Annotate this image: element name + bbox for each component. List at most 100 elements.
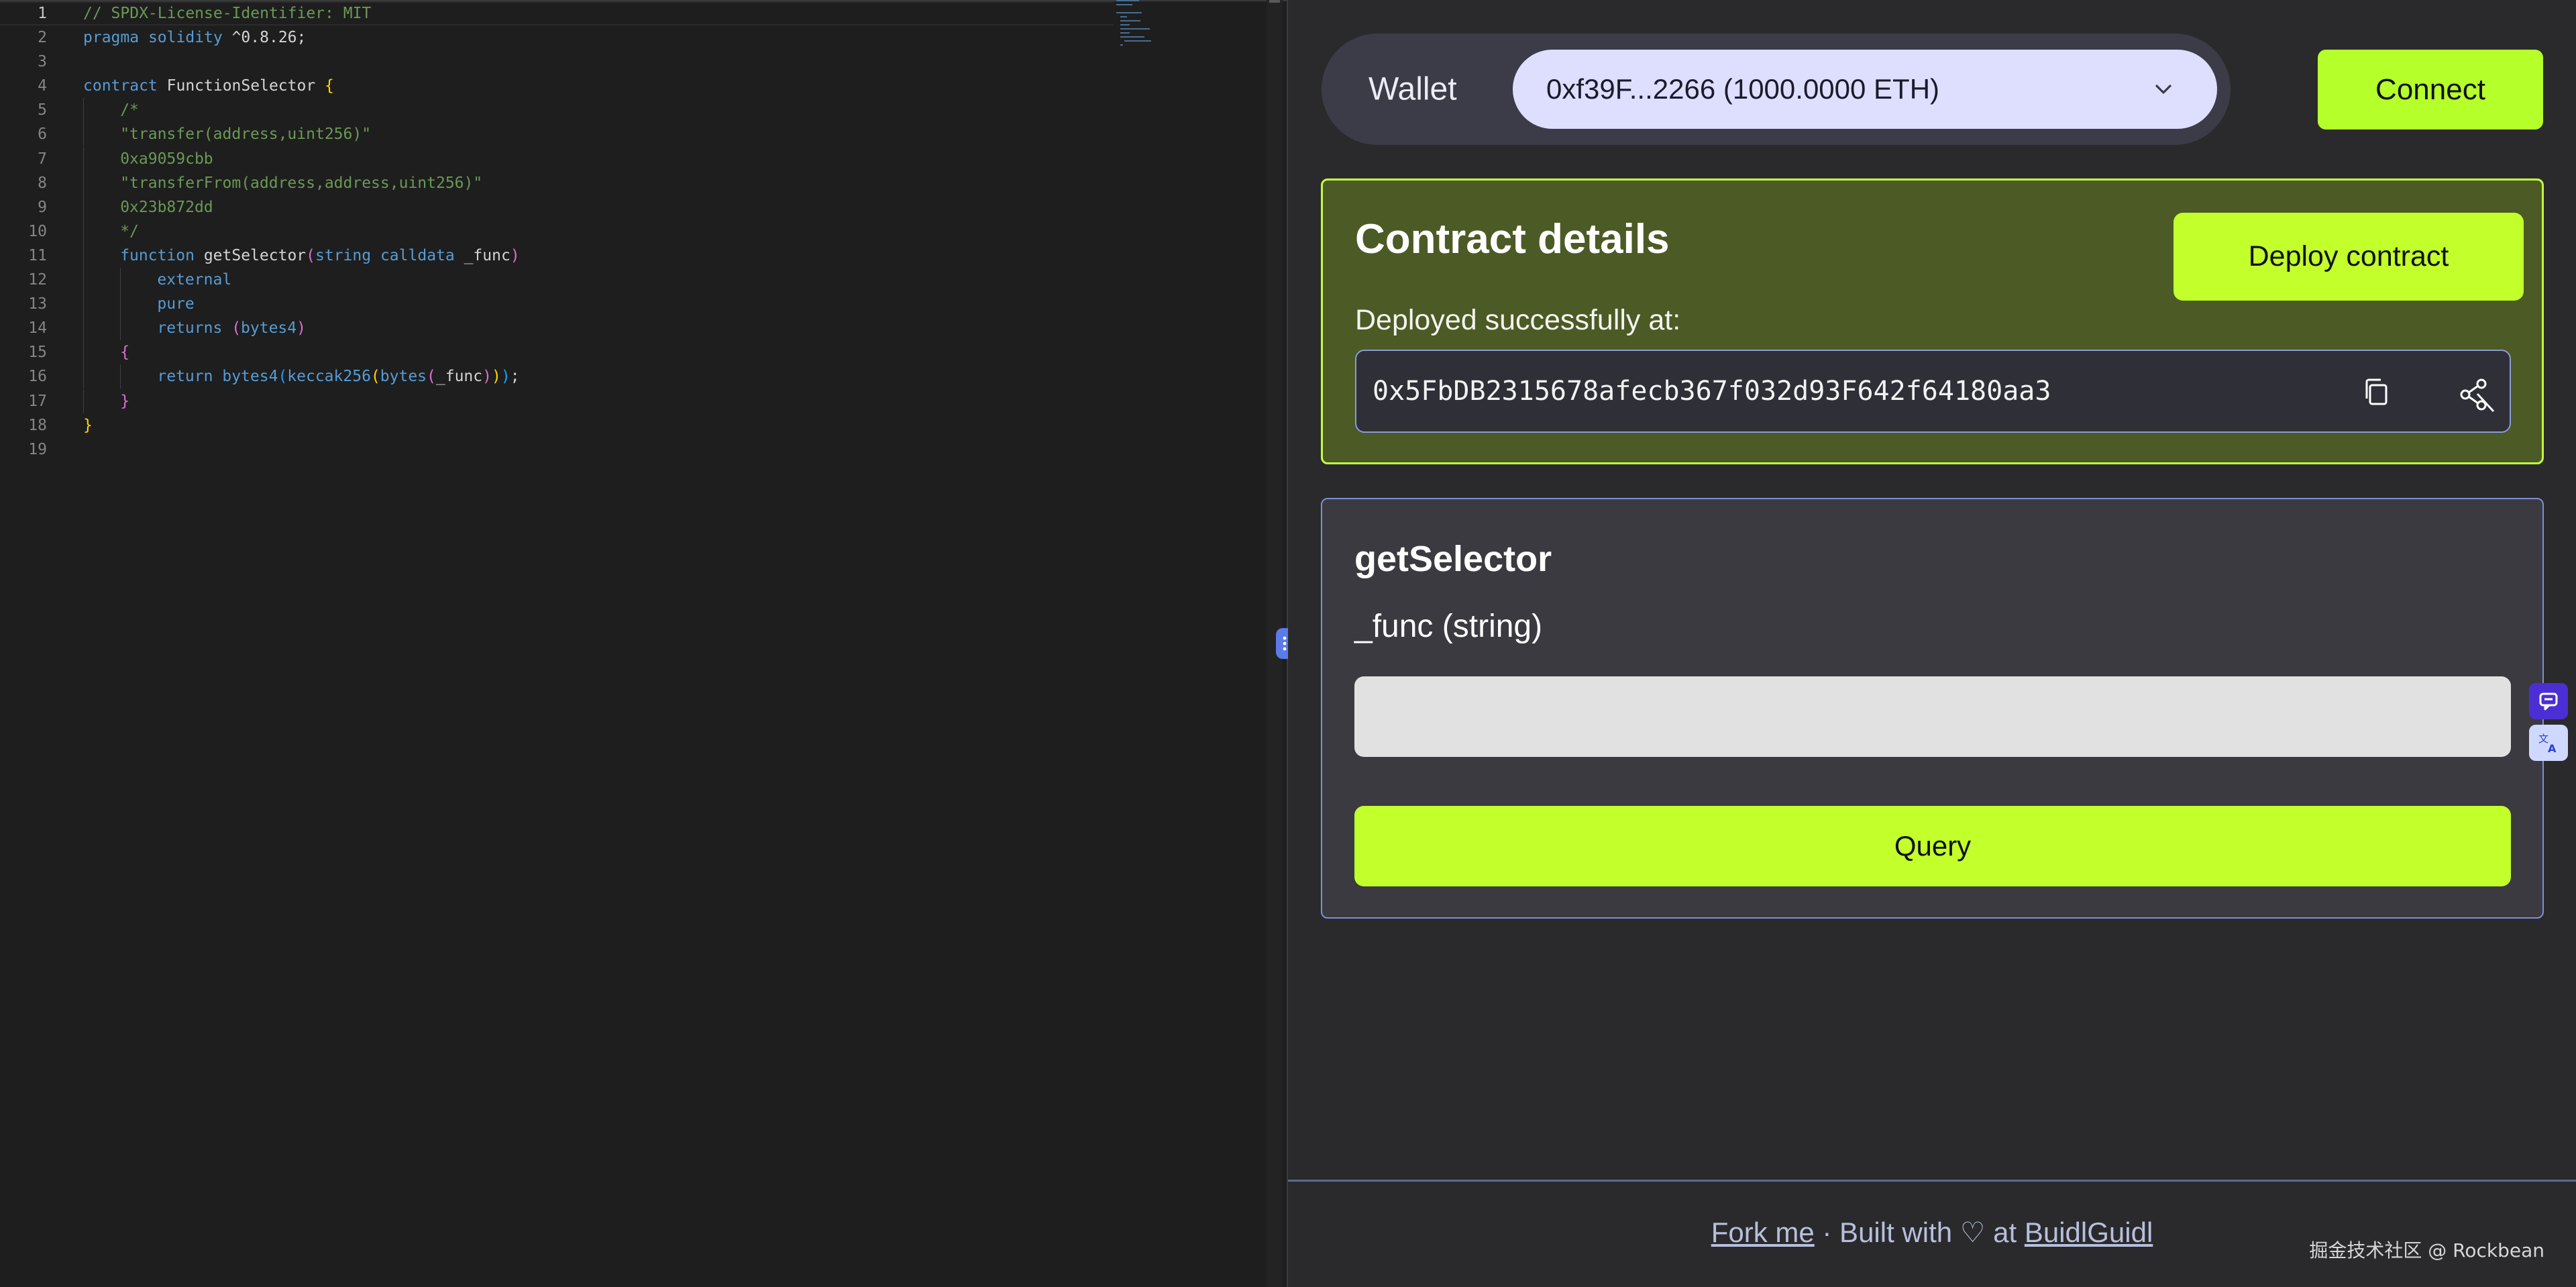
code-line[interactable]: 3 [0, 50, 1114, 74]
code-token: bytes4 [241, 319, 297, 338]
line-number: 18 [28, 416, 47, 434]
line-number: 15 [28, 344, 47, 362]
wallet-selected-account: 0xf39F...2266 (1000.0000 ETH) [1546, 73, 1940, 105]
code-token: solidity [148, 29, 223, 47]
indent-guide [83, 292, 84, 317]
code-line[interactable]: 7 0xa9059cbb [0, 146, 1114, 171]
dapp-panel: Wallet 0xf39F...2266 (1000.0000 ETH) Con… [1288, 0, 2576, 1287]
code-line[interactable]: 12 external [0, 268, 1114, 293]
indent-guide [83, 340, 84, 365]
minimap[interactable] [1116, 0, 1183, 47]
func-param-input[interactable] [1354, 676, 2511, 757]
code-line[interactable]: 10 */ [0, 219, 1114, 244]
svg-text:A: A [2548, 742, 2557, 754]
at-text: at [1985, 1217, 2025, 1248]
code-token: return [157, 368, 213, 386]
code-token: ; [510, 368, 520, 386]
code-line[interactable]: 11 function getSelector(string calldata _… [0, 243, 1114, 268]
unlink-icon[interactable] [2457, 375, 2496, 414]
line-number: 7 [38, 150, 47, 168]
indent-guide [120, 268, 121, 293]
scrollbar-thumb[interactable] [1269, 0, 1280, 3]
code-text: "transfer(address,uint256)" [120, 122, 371, 146]
fork-me-link[interactable]: Fork me [1711, 1217, 1815, 1248]
code-token: /* [120, 101, 139, 119]
copy-icon[interactable] [2360, 375, 2394, 409]
contract-details-card: Contract details Deploy contract Deploye… [1321, 178, 2544, 464]
chevron-down-icon [2155, 85, 2171, 94]
line-number: 8 [38, 174, 47, 192]
built-with-text: · Built with [1814, 1217, 1960, 1248]
chat-icon[interactable] [2529, 683, 2568, 719]
code-token: bytes [380, 368, 427, 386]
code-token: "transfer(address,uint256)" [120, 125, 372, 144]
code-lines[interactable]: 1 // SPDX-License-Identifier: MIT 2 pragma … [0, 1, 1114, 462]
indent-guide [83, 268, 84, 293]
watermark: 掘金技术社区 @ Rockbean [2309, 1239, 2544, 1262]
code-token: */ [120, 222, 139, 240]
wallet-label: Wallet [1368, 71, 1457, 107]
connect-button[interactable]: Connect [2318, 50, 2543, 130]
line-number: 14 [28, 319, 47, 338]
code-token: pragma [83, 29, 140, 47]
code-token: returns [157, 319, 223, 338]
code-line[interactable]: 6 "transfer(address,uint256)" [0, 122, 1114, 147]
code-token: _func [454, 246, 511, 264]
wallet-select[interactable]: 0xf39F...2266 (1000.0000 ETH) [1513, 50, 2217, 129]
line-number: 5 [38, 101, 47, 119]
deployed-label: Deployed successfully at: [1355, 304, 1681, 336]
query-button[interactable]: Query [1354, 806, 2511, 886]
footer-divider [1288, 1180, 2576, 1182]
line-number: 13 [28, 295, 47, 313]
indent-guide [83, 316, 84, 341]
code-token: "transferFrom(address,address,uint256)" [120, 174, 483, 192]
code-line[interactable]: 4 contract FunctionSelector { [0, 74, 1114, 98]
code-text: pragma solidity ^0.8.26; [83, 25, 306, 50]
line-number: 10 [28, 222, 47, 240]
line-number: 4 [38, 77, 47, 95]
code-text: contract FunctionSelector { [83, 74, 334, 98]
code-token: ( [427, 368, 436, 386]
code-token: ) [482, 368, 492, 386]
code-line[interactable]: 15 { [0, 340, 1114, 365]
code-line[interactable]: 13 pure [0, 292, 1114, 317]
code-line[interactable]: 17} [0, 389, 1114, 413]
code-token: ( [231, 319, 241, 338]
code-token: FunctionSelector [157, 77, 325, 95]
code-token: { [120, 344, 130, 362]
code-token: ) [297, 319, 306, 338]
translate-icon[interactable]: 文 A [2529, 725, 2568, 761]
code-line[interactable]: 8 "transferFrom(address,address,uint256)" [0, 170, 1114, 195]
indent-guide [83, 389, 84, 413]
code-token: contract [83, 77, 158, 95]
line-number: 3 [38, 53, 47, 71]
code-text: 0x23b872dd [120, 195, 213, 219]
code-line[interactable]: 9 0x23b872dd [0, 195, 1114, 219]
code-token: ) [510, 246, 520, 264]
code-editor[interactable]: 1 // SPDX-License-Identifier: MIT 2 pragma … [0, 0, 1287, 1287]
buidlguidl-link[interactable]: BuidlGuidl [2025, 1217, 2153, 1248]
code-line[interactable]: 14 returns (bytes4) [0, 316, 1114, 341]
code-line[interactable]: 2 pragma solidity ^0.8.26; [0, 25, 1114, 50]
code-text: 0xa9059cbb [120, 147, 213, 171]
code-line[interactable]: 19 [0, 437, 1114, 462]
code-token: string [315, 246, 372, 264]
indent-guide [83, 146, 84, 171]
code-token: ( [278, 368, 288, 386]
indent-guide [83, 170, 84, 195]
code-line[interactable]: 16 return bytes4(keccak256(bytes(_func)))… [0, 364, 1114, 389]
svg-text:文: 文 [2538, 733, 2548, 745]
indent-guide [120, 364, 121, 389]
code-line[interactable]: 1 // SPDX-License-Identifier: MIT [0, 1, 1114, 26]
code-token: } [120, 392, 130, 410]
code-token: ^0.8.26; [222, 29, 307, 47]
indent-guide [83, 243, 84, 268]
code-line[interactable]: 18} [0, 413, 1114, 437]
code-token: { [325, 77, 334, 95]
deploy-contract-button[interactable]: Deploy contract [2174, 213, 2524, 301]
code-text: "transferFrom(address,address,uint256)" [120, 171, 482, 195]
code-line[interactable]: 5 /* [0, 98, 1114, 123]
code-token: keccak256 [287, 368, 371, 386]
code-token: ( [370, 368, 380, 386]
